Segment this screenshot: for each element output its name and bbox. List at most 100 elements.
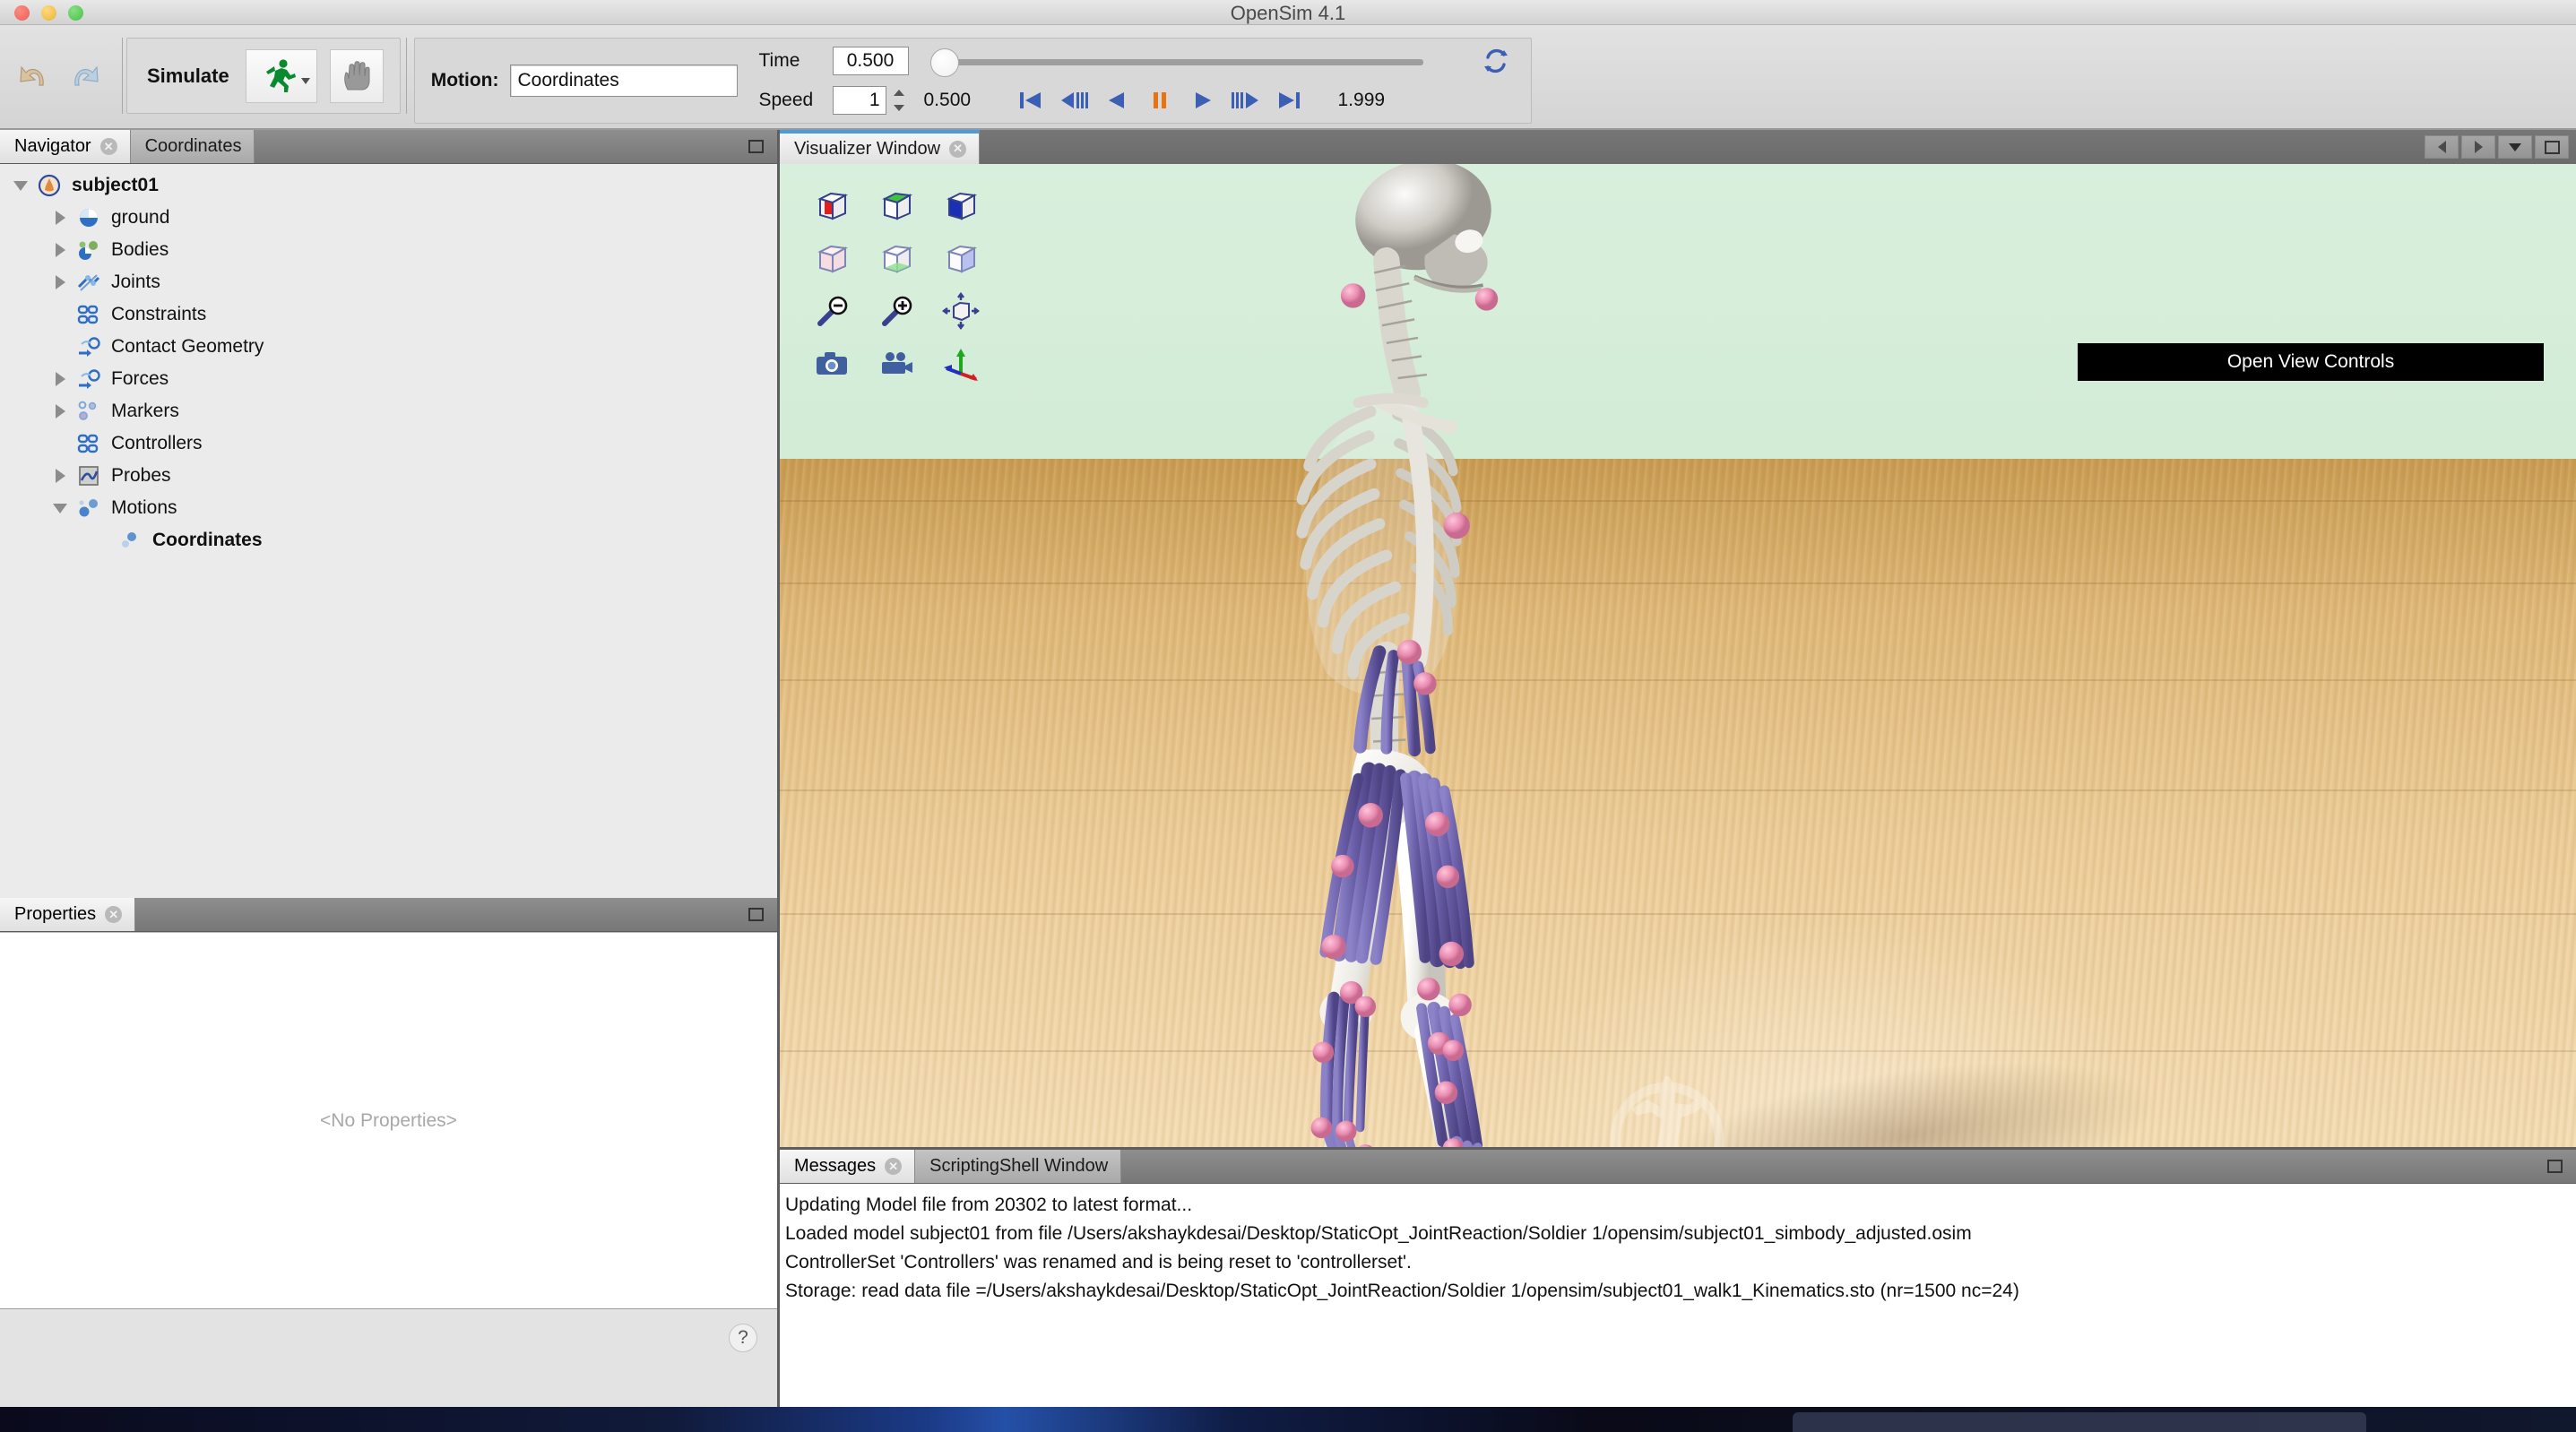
tree-label: Coordinates <box>152 530 263 550</box>
window-list-button[interactable] <box>2498 135 2532 159</box>
view-back-icon[interactable] <box>800 231 864 284</box>
stop-simulation-button[interactable] <box>329 48 384 103</box>
twisty-right-icon[interactable] <box>47 275 73 289</box>
tree-node-forces[interactable]: Forces <box>0 363 777 395</box>
twisty-right-icon[interactable] <box>47 211 73 225</box>
time-slider-thumb[interactable] <box>929 48 959 77</box>
no-properties-message: <No Properties> <box>320 1109 457 1131</box>
tree-node-bodies[interactable]: Bodies <box>0 234 777 266</box>
previous-window-button[interactable] <box>2425 135 2459 159</box>
fit-to-window-icon[interactable] <box>929 284 993 337</box>
close-icon[interactable]: ✕ <box>885 1158 903 1175</box>
3d-viewport[interactable]: Open View Controls <box>780 164 2576 1147</box>
maximize-window-button[interactable] <box>2535 135 2569 159</box>
tree-node-motions[interactable]: Motions <box>0 492 777 524</box>
twisty-right-icon[interactable] <box>47 243 73 257</box>
speed-decrement-icon[interactable] <box>893 105 904 111</box>
view-top-icon[interactable] <box>864 178 929 231</box>
record-movie-icon[interactable] <box>864 337 929 390</box>
undo-button[interactable] <box>13 53 59 99</box>
view-bottom-icon[interactable] <box>864 231 929 284</box>
messages-log[interactable]: Updating Model file from 20302 to latest… <box>780 1184 2576 1407</box>
close-icon[interactable]: ✕ <box>99 138 117 155</box>
zoom-in-icon[interactable] <box>864 284 929 337</box>
tree-node-probes[interactable]: Probes <box>0 460 777 492</box>
speed-stepper[interactable] <box>890 85 908 116</box>
view-front-icon[interactable] <box>800 178 864 231</box>
speed-input[interactable]: 1 <box>832 86 886 115</box>
navigator-tree[interactable]: subject01 ground Bodies Joints Constrain… <box>0 164 777 898</box>
left-bottom-strip: ? <box>0 1308 777 1407</box>
view-side-icon[interactable] <box>929 178 993 231</box>
toolbar-separator-2 <box>405 38 407 114</box>
playback-controls: 0.500 1.999 <box>924 81 1386 120</box>
run-simulation-button[interactable] <box>245 48 317 103</box>
tree-node-markers[interactable]: Markers <box>0 395 777 427</box>
simulate-dropdown-caret[interactable] <box>300 77 310 84</box>
tree-node-ground[interactable]: ground <box>0 202 777 234</box>
tab-navigator[interactable]: Navigator ✕ <box>0 130 131 163</box>
tree-node-contact-geometry[interactable]: Contact Geometry <box>0 331 777 363</box>
messages-tabbar: Messages ✕ ScriptingShell Window <box>780 1150 2576 1184</box>
tree-label: Probes <box>111 465 171 486</box>
tab-scripting-shell-label: ScriptingShell Window <box>929 1156 1109 1176</box>
toggle-axes-icon[interactable] <box>929 337 993 390</box>
twisty-down-icon[interactable] <box>7 180 34 191</box>
loop-toggle-button[interactable] <box>1477 43 1515 79</box>
current-time-readout: 0.500 <box>923 90 972 110</box>
time-slider-track[interactable] <box>955 59 1423 65</box>
step-forward-fast-button[interactable] <box>1231 87 1261 114</box>
twisty-down-icon[interactable] <box>47 503 73 513</box>
open-view-controls-button[interactable]: Open View Controls <box>2078 343 2544 381</box>
help-button[interactable]: ? <box>729 1324 757 1352</box>
tabbar-filler <box>255 130 741 163</box>
twisty-right-icon[interactable] <box>47 404 73 418</box>
next-window-button[interactable] <box>2461 135 2495 159</box>
window-nav-buttons <box>2425 130 2569 164</box>
tab-visualizer-window[interactable]: Visualizer Window ✕ <box>780 130 981 164</box>
motion-select[interactable]: Coordinates <box>509 65 738 97</box>
right-dock: Visualizer Window ✕ Open View Controls M… <box>780 130 2576 1407</box>
twisty-right-icon[interactable] <box>47 372 73 386</box>
skip-to-start-button[interactable] <box>1016 87 1046 114</box>
tree-node-constraints[interactable]: Constraints <box>0 298 777 331</box>
tab-properties[interactable]: Properties ✕ <box>0 898 136 931</box>
take-snapshot-icon[interactable] <box>800 337 864 390</box>
twisty-right-icon[interactable] <box>47 469 73 483</box>
maximize-messages-button[interactable] <box>2540 1155 2569 1178</box>
opensim-model-icon <box>34 173 65 198</box>
tab-messages[interactable]: Messages ✕ <box>780 1150 916 1183</box>
close-icon[interactable]: ✕ <box>105 906 123 923</box>
macos-dock[interactable] <box>1793 1412 2366 1432</box>
maximize-properties-button[interactable] <box>741 903 770 927</box>
play-forward-button[interactable] <box>1188 87 1218 114</box>
skip-to-end-button[interactable] <box>1274 87 1304 114</box>
tab-coordinates[interactable]: Coordinates <box>130 130 255 163</box>
time-input[interactable]: 0.500 <box>832 47 909 75</box>
maximize-icon <box>748 140 764 153</box>
pause-button[interactable] <box>1145 87 1175 114</box>
redo-button[interactable] <box>59 53 106 99</box>
tab-navigator-label: Navigator <box>14 136 91 156</box>
view-other-side-icon[interactable] <box>929 231 993 284</box>
maximize-navigator-button[interactable] <box>741 135 770 159</box>
speed-increment-icon[interactable] <box>893 90 904 96</box>
play-backward-button[interactable] <box>1102 87 1132 114</box>
tree-label: Forces <box>111 368 169 389</box>
bodies-icon <box>73 237 104 263</box>
time-speed-block: Time 0.500 Speed 1 0.500 1.999 <box>759 41 1515 120</box>
viewport-floor <box>780 459 2576 1147</box>
zoom-out-icon[interactable] <box>800 284 864 337</box>
tree-node-motion-coordinates[interactable]: Coordinates <box>0 524 777 556</box>
tree-label: Joints <box>111 272 160 292</box>
time-slider[interactable] <box>921 43 1468 79</box>
tree-node-subject01[interactable]: subject01 <box>0 169 777 202</box>
motion-label: Motion: <box>430 70 499 91</box>
tab-scripting-shell[interactable]: ScriptingShell Window <box>915 1150 1122 1183</box>
log-line: Storage: read data file =/Users/akshaykd… <box>785 1281 2019 1301</box>
tree-node-joints[interactable]: Joints <box>0 266 777 298</box>
step-back-fast-button[interactable] <box>1059 87 1089 114</box>
tree-node-controllers[interactable]: Controllers <box>0 427 777 460</box>
close-icon[interactable]: ✕ <box>949 140 967 158</box>
visualizer-toolbar <box>800 178 993 390</box>
